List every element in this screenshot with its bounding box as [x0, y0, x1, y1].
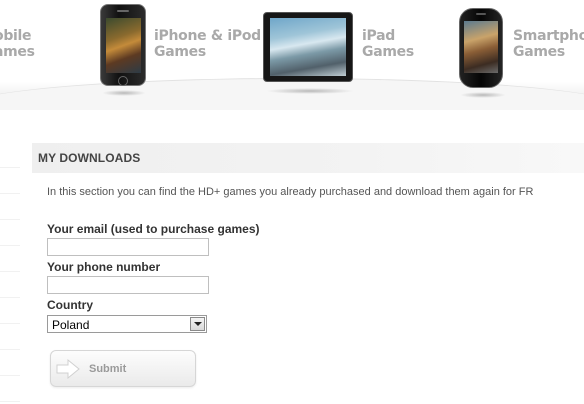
nav-label-line2: ames: [0, 44, 35, 60]
chevron-down-icon[interactable]: [190, 317, 205, 331]
nav-label-line1: iPad: [362, 28, 395, 44]
top-navigation: obile ames iPhone & iPod Games iPad Game…: [0, 0, 584, 110]
country-select-value: Poland: [52, 318, 90, 332]
nav-label-line1: iPhone & iPod: [154, 28, 261, 44]
country-select[interactable]: Poland: [47, 315, 207, 333]
ipad-screen-game-art: [270, 18, 346, 76]
stripe: [0, 194, 20, 220]
nav-label-line2: Games: [362, 44, 414, 60]
ipad-device-image: [263, 12, 353, 82]
nav-item-mobile-games[interactable]: obile ames: [0, 0, 40, 100]
device-shadow: [460, 92, 506, 98]
phone-label: Your phone number: [47, 260, 161, 274]
left-decorative-stripes: [0, 142, 20, 404]
nav-label-line1: obile: [0, 28, 32, 44]
email-field[interactable]: [47, 238, 209, 256]
nav-label-line2: Games: [154, 44, 206, 60]
stripe: [0, 168, 20, 194]
submit-button[interactable]: Submit: [50, 350, 196, 387]
phone-number-field[interactable]: [47, 276, 209, 294]
arrow-right-icon: [56, 358, 80, 380]
country-label: Country: [47, 298, 93, 312]
stripe: [0, 376, 20, 402]
stripe: [0, 350, 20, 376]
iphone-home-button: [118, 76, 128, 86]
email-label: Your email (used to purchase games): [47, 222, 260, 236]
stripe: [0, 272, 20, 298]
stripe: [0, 298, 20, 324]
iphone-speaker: [117, 10, 129, 12]
smartphone-device-image: [459, 8, 503, 88]
nav-label-smartphone-games: Smartphone Games: [513, 28, 584, 60]
smartphone-screen-game-art: [464, 21, 498, 73]
device-shadow: [266, 88, 354, 94]
section-intro-text: In this section you can find the HD+ gam…: [47, 186, 534, 198]
smartphone-earpiece: [476, 13, 486, 15]
nav-label-line1: Smartphone: [513, 28, 584, 44]
iphone-screen-game-art: [106, 18, 141, 73]
submit-button-label: Submit: [89, 363, 127, 375]
section-header: MY DOWNLOADS: [32, 143, 584, 173]
stripe: [0, 324, 20, 350]
nav-label-ipad-games: iPad Games: [362, 28, 414, 60]
device-shadow: [102, 90, 146, 96]
nav-label-iphone-ipod-games: iPhone & iPod Games: [154, 28, 261, 60]
stripe: [0, 220, 20, 246]
page-title: MY DOWNLOADS: [38, 151, 141, 165]
nav-label-line2: Games: [513, 44, 565, 60]
nav-label-mobile-games: obile ames: [0, 28, 35, 60]
stripe: [0, 142, 20, 168]
iphone-device-image: [100, 4, 146, 86]
stripe: [0, 246, 20, 272]
